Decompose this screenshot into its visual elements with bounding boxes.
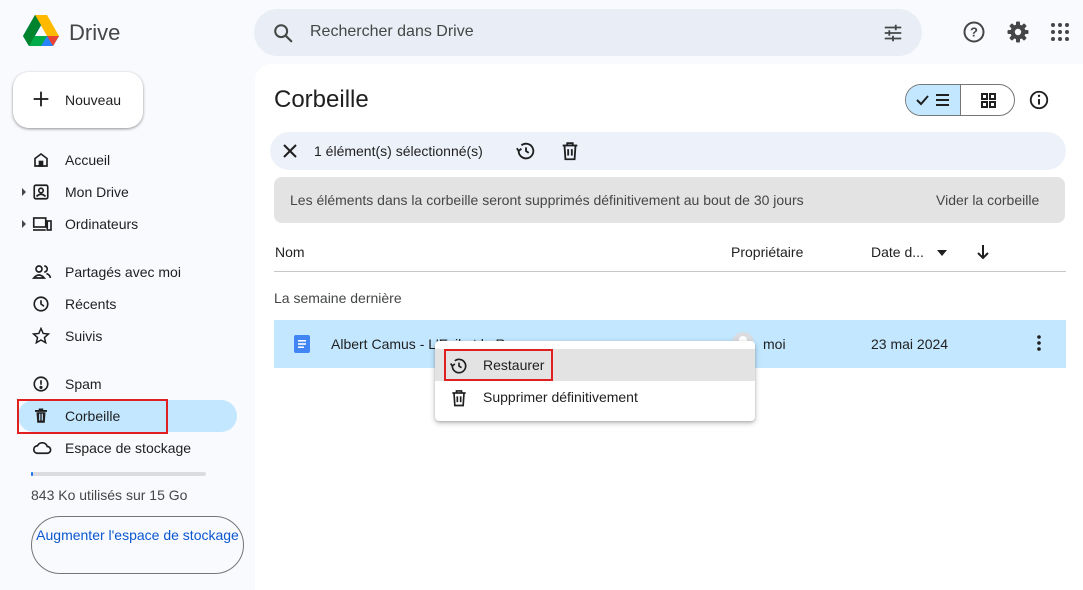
page-title: Corbeille bbox=[274, 86, 369, 113]
sidebar-item-label: Accueil bbox=[65, 152, 111, 168]
more-vert-icon[interactable] bbox=[1029, 333, 1049, 353]
grid-view-button[interactable] bbox=[961, 85, 1014, 115]
app-title: Drive bbox=[69, 20, 121, 45]
people-icon bbox=[32, 263, 52, 281]
settings-gear-icon[interactable] bbox=[1006, 20, 1030, 44]
sidebar-item-label: Spam bbox=[65, 376, 102, 392]
sidebar-item-label: Espace de stockage bbox=[65, 440, 192, 456]
search-bar[interactable]: Rechercher dans Drive bbox=[254, 9, 922, 56]
restaurer-highlight-box bbox=[444, 349, 553, 381]
column-header-date[interactable]: Date d... bbox=[871, 244, 924, 260]
clock-icon bbox=[32, 295, 50, 313]
search-input[interactable]: Rechercher dans Drive bbox=[310, 23, 474, 41]
column-header-owner[interactable]: Propriétaire bbox=[731, 244, 803, 260]
new-button[interactable]: Nouveau bbox=[13, 72, 143, 128]
my-drive-icon bbox=[32, 183, 50, 201]
sidebar-item-accueil[interactable]: Accueil bbox=[18, 144, 237, 176]
sidebar-item-partages[interactable]: Partagés avec moi bbox=[18, 256, 237, 288]
file-owner: moi bbox=[763, 336, 786, 352]
svg-text:?: ? bbox=[970, 25, 978, 40]
main-panel: Corbeille 1 élément(s) sélectionné(s) Le… bbox=[255, 64, 1083, 590]
sidebar-item-ordinateurs[interactable]: Ordinateurs bbox=[18, 208, 237, 240]
sidebar-item-label: Mon Drive bbox=[65, 184, 129, 200]
cloud-icon bbox=[32, 439, 52, 457]
delete-forever-icon[interactable] bbox=[559, 140, 581, 162]
star-icon bbox=[32, 327, 50, 345]
corbeille-highlight-box bbox=[17, 399, 168, 434]
apps-grid-icon[interactable] bbox=[1048, 20, 1072, 44]
sidebar-item-mon-drive[interactable]: Mon Drive bbox=[18, 176, 237, 208]
column-header-name[interactable]: Nom bbox=[275, 244, 305, 260]
table-header-divider bbox=[274, 271, 1066, 272]
computers-icon bbox=[32, 215, 52, 233]
expand-caret-icon[interactable] bbox=[22, 188, 26, 196]
trash-info-banner: Les éléments dans la corbeille seront su… bbox=[274, 177, 1065, 223]
search-icon[interactable] bbox=[272, 22, 294, 44]
home-icon bbox=[32, 151, 50, 169]
search-options-icon[interactable] bbox=[882, 22, 904, 44]
sidebar-item-suivis[interactable]: Suivis bbox=[18, 320, 237, 352]
menu-item-supprimer-definitivement[interactable]: Supprimer définitivement bbox=[435, 381, 755, 413]
empty-trash-button[interactable]: Vider la corbeille bbox=[936, 192, 1039, 208]
selection-count: 1 élément(s) sélectionné(s) bbox=[314, 143, 483, 159]
upgrade-storage-button[interactable]: Augmenter l'espace de stockage bbox=[31, 516, 244, 574]
sort-field-dropdown-icon[interactable] bbox=[936, 249, 948, 257]
clear-selection-close-icon[interactable] bbox=[282, 143, 298, 159]
trash-icon bbox=[449, 388, 469, 408]
drive-logo bbox=[22, 14, 60, 48]
storage-progress-bar bbox=[31, 472, 206, 476]
sidebar-item-label: Suivis bbox=[65, 328, 103, 344]
plus-icon bbox=[30, 88, 52, 110]
sidebar-item-label: Partagés avec moi bbox=[65, 264, 181, 280]
expand-caret-icon[interactable] bbox=[22, 220, 26, 228]
trash-info-text: Les éléments dans la corbeille seront su… bbox=[290, 192, 804, 208]
view-toggle bbox=[905, 84, 1015, 116]
help-icon[interactable]: ? bbox=[962, 20, 986, 44]
sidebar-item-spam[interactable]: Spam bbox=[18, 368, 237, 400]
group-label: La semaine dernière bbox=[274, 290, 402, 306]
sidebar-item-stockage[interactable]: Espace de stockage bbox=[18, 432, 237, 464]
selection-toolbar: 1 élément(s) sélectionné(s) bbox=[270, 132, 1066, 170]
context-menu: Restaurer Supprimer définitivement bbox=[435, 341, 755, 421]
new-button-label: Nouveau bbox=[65, 92, 122, 108]
storage-usage-text: 843 Ko utilisés sur 15 Go bbox=[31, 487, 188, 503]
file-date: 23 mai 2024 bbox=[871, 336, 949, 352]
spam-icon bbox=[32, 375, 50, 393]
sidebar-item-label: Ordinateurs bbox=[65, 216, 139, 232]
sidebar-item-label: Récents bbox=[65, 296, 117, 312]
storage-progress-fill bbox=[31, 472, 33, 476]
sort-direction-arrow-icon[interactable] bbox=[975, 243, 991, 261]
restore-icon[interactable] bbox=[515, 140, 537, 162]
info-icon[interactable] bbox=[1028, 89, 1050, 111]
list-view-button[interactable] bbox=[906, 85, 961, 115]
google-docs-icon bbox=[294, 335, 310, 353]
sidebar-item-recents[interactable]: Récents bbox=[18, 288, 237, 320]
menu-item-label: Supprimer définitivement bbox=[483, 389, 638, 405]
